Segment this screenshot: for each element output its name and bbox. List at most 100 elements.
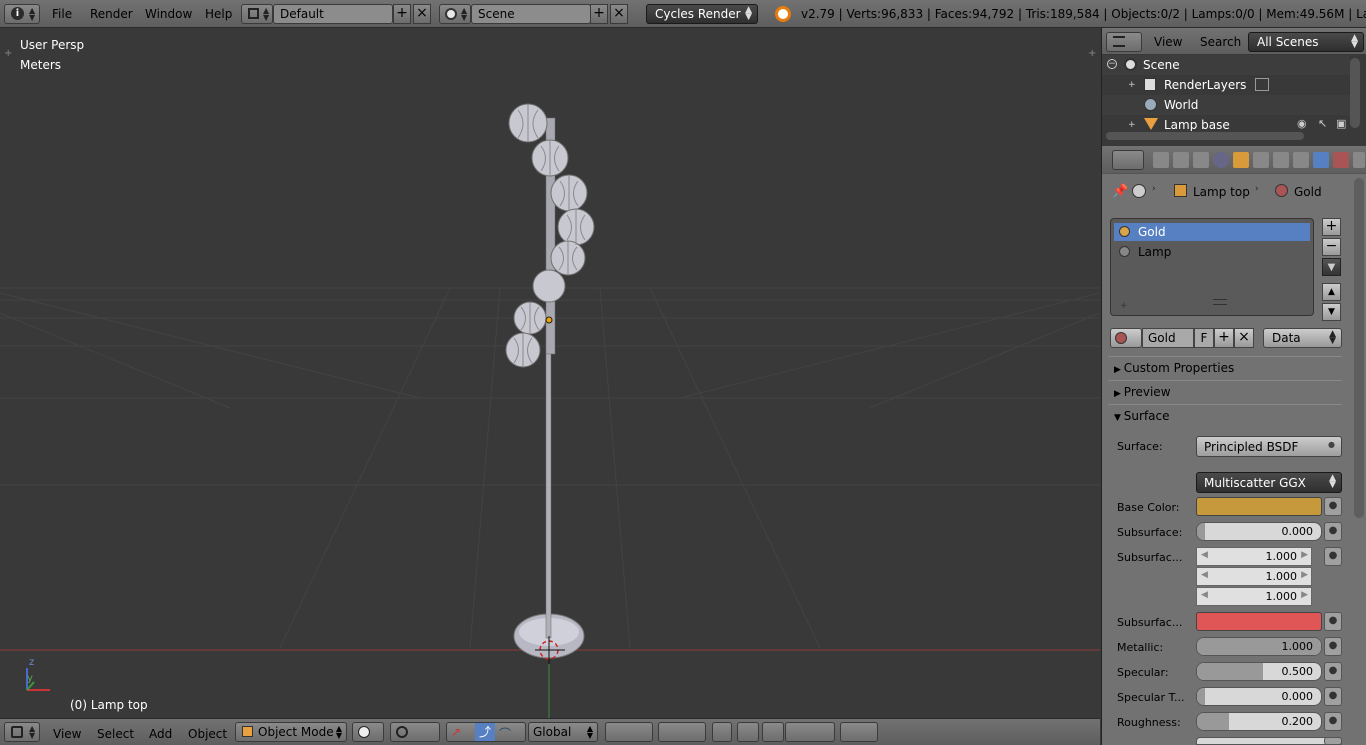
base-color-link-button[interactable]: ● (1324, 497, 1342, 516)
modifiers-tab-icon[interactable] (1273, 152, 1289, 168)
proportional-edit-button[interactable] (737, 722, 759, 742)
outliner-row-lamp-base[interactable]: + Lamp base ◉ ↖ ▣ (1102, 115, 1350, 131)
scene-tab-icon[interactable] (1193, 152, 1209, 168)
surface-shader-button[interactable]: Principled BSDF ● (1196, 436, 1342, 457)
panel-preview[interactable]: ▶ Preview (1108, 380, 1342, 402)
toolshelf-toggle-icon[interactable]: + (4, 48, 12, 59)
material-tab-icon[interactable] (1313, 152, 1329, 168)
properties-toggle-icon[interactable]: + (1088, 48, 1096, 59)
add-scene-button[interactable]: + (590, 4, 608, 24)
scene-selector[interactable]: ▲ ▼ (439, 4, 471, 24)
new-material-button[interactable]: + (1214, 328, 1234, 348)
outliner-row-renderlayers[interactable]: + RenderLayers (1102, 75, 1350, 95)
material-slot-item[interactable]: Lamp (1114, 243, 1310, 261)
add-slot-button[interactable]: + (1322, 218, 1341, 236)
camera-icon[interactable]: ▣ (1336, 117, 1346, 130)
outliner-row-world[interactable]: World (1102, 95, 1350, 115)
cursor-icon[interactable]: ↖ (1318, 117, 1327, 130)
scene-name-field[interactable]: Scene (471, 4, 591, 24)
subsurface-radius-y[interactable]: ◀ 1.000 ▶ (1196, 567, 1312, 586)
menu-window[interactable]: Window (145, 7, 192, 21)
subsurface-radius-z[interactable]: ◀ 1.000 ▶ (1196, 587, 1312, 606)
outliner-scrollbar[interactable] (1350, 58, 1360, 128)
editor-type-button[interactable] (1106, 32, 1142, 52)
remove-slot-button[interactable]: − (1322, 238, 1341, 256)
menu-help[interactable]: Help (205, 7, 232, 21)
subsurface-link-button[interactable]: ● (1324, 522, 1342, 541)
lock-layer-button[interactable] (712, 722, 732, 742)
world-tab-icon[interactable] (1213, 152, 1229, 168)
manipulator-toggles[interactable]: ↗ ⤴ ⌒ (446, 722, 526, 742)
specular-link-button[interactable]: ● (1324, 662, 1342, 681)
layer-buttons-1[interactable] (605, 722, 653, 742)
base-color-swatch[interactable] (1196, 497, 1322, 516)
slot-specials-button[interactable]: ▼ (1322, 258, 1341, 276)
unlink-material-button[interactable]: × (1234, 328, 1254, 348)
resize-grip-icon[interactable] (1213, 299, 1227, 305)
increment-arrow-icon[interactable]: ▶ (1301, 550, 1308, 560)
panel-surface[interactable]: ▼ Surface (1108, 404, 1342, 426)
browse-material-button[interactable] (1110, 328, 1142, 348)
list-options-icon[interactable]: + (1120, 301, 1128, 311)
render-engine-dropdown[interactable]: Cycles Render ▲ ▼ (646, 4, 758, 24)
texture-tab-icon[interactable] (1333, 152, 1349, 168)
menu-object[interactable]: Object (188, 727, 227, 741)
constraints-tab-icon[interactable] (1253, 152, 1269, 168)
roughness-slider[interactable]: 0.200 (1196, 712, 1322, 731)
menu-file[interactable]: File (52, 7, 72, 21)
specular-tint-slider[interactable]: 0.000 (1196, 687, 1322, 706)
material-slot-item[interactable]: Gold (1114, 223, 1310, 241)
outliner-menu-view[interactable]: View (1154, 35, 1182, 49)
viewport-shading-dropdown[interactable] (352, 722, 384, 742)
subsurface-radius-link-button[interactable]: ● (1324, 547, 1342, 566)
delete-scene-button[interactable]: × (610, 4, 628, 24)
editor-type-button[interactable] (1112, 150, 1144, 170)
lamp-object[interactable] (505, 103, 595, 659)
3d-viewport[interactable]: z y User Persp Meters (0) Lamp top + + (0, 28, 1100, 718)
mode-dropdown[interactable]: Object Mode ▲ ▼ (235, 722, 347, 742)
eye-icon[interactable]: ◉ (1297, 117, 1307, 130)
render-layers-tab-icon[interactable] (1173, 152, 1189, 168)
metallic-link-button[interactable]: ● (1324, 637, 1342, 656)
specular-slider[interactable]: 0.500 (1196, 662, 1322, 681)
move-slot-down-button[interactable]: ▼ (1322, 303, 1341, 321)
pivot-point-dropdown[interactable] (390, 722, 440, 742)
snap-toggle-button[interactable] (762, 722, 784, 742)
material-slots-list[interactable]: Gold Lamp + (1110, 218, 1314, 316)
add-layout-button[interactable]: + (393, 4, 411, 24)
layout-name-field[interactable]: Default (273, 4, 393, 24)
snap-element-dropdown[interactable] (785, 722, 835, 742)
particles-tab-icon[interactable] (1353, 152, 1365, 168)
subsurface-slider[interactable]: 0.000 (1196, 522, 1322, 541)
outliner-horizontal-scrollbar[interactable] (1106, 132, 1304, 140)
roughness-link-button[interactable]: ● (1324, 712, 1342, 731)
increment-arrow-icon[interactable]: ▶ (1301, 570, 1308, 580)
collapse-icon[interactable]: − (1107, 59, 1117, 69)
transform-orientation-dropdown[interactable]: Global ▲ ▼ (528, 722, 598, 742)
expand-icon[interactable]: + (1128, 80, 1136, 90)
render-preview-buttons[interactable] (840, 722, 878, 742)
object-tab-icon[interactable] (1233, 152, 1249, 168)
expand-icon[interactable]: + (1128, 120, 1136, 130)
editor-type-button[interactable]: ▲ ▼ (4, 722, 40, 742)
menu-select[interactable]: Select (97, 727, 134, 741)
next-property-link-button[interactable] (1324, 737, 1342, 745)
increment-arrow-icon[interactable]: ▶ (1301, 590, 1308, 600)
material-name-field[interactable]: Gold (1142, 328, 1194, 348)
link-type-dropdown[interactable]: Data ▲ ▼ (1263, 328, 1342, 348)
editor-type-button[interactable]: i ▲ ▼ (4, 4, 40, 24)
move-slot-up-button[interactable]: ▲ (1322, 283, 1341, 301)
viewport-canvas[interactable] (0, 28, 1100, 718)
layer-buttons-2[interactable] (658, 722, 706, 742)
delete-layout-button[interactable]: × (413, 4, 431, 24)
specular-tint-link-button[interactable]: ● (1324, 687, 1342, 706)
distribution-dropdown[interactable]: Multiscatter GGX ▲ ▼ (1196, 472, 1342, 493)
decrement-arrow-icon[interactable]: ◀ (1201, 590, 1208, 600)
outliner-display-filter[interactable]: All Scenes ▲ ▼ (1248, 32, 1364, 52)
screen-layout-selector[interactable]: ▲ ▼ (241, 4, 273, 24)
next-property-slider[interactable] (1196, 737, 1342, 745)
render-tab-icon[interactable] (1153, 152, 1169, 168)
outliner-row-scene[interactable]: − Scene (1102, 55, 1350, 75)
decrement-arrow-icon[interactable]: ◀ (1201, 570, 1208, 580)
properties-scrollbar[interactable] (1354, 178, 1364, 518)
